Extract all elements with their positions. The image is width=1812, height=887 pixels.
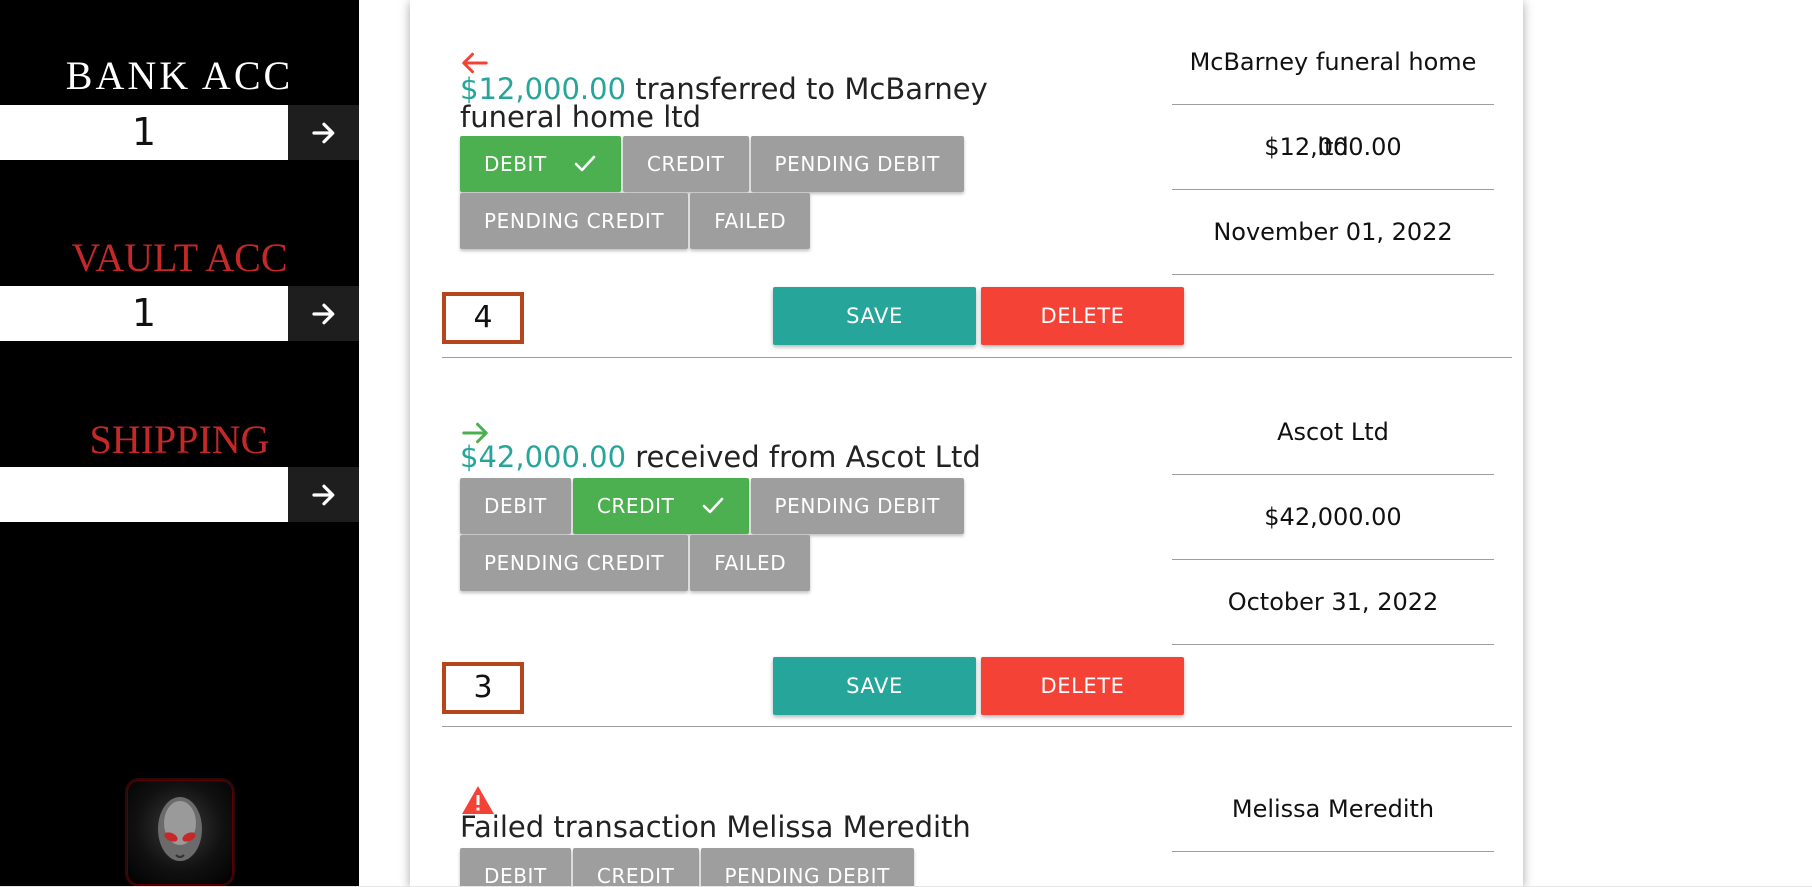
status-chip-group: DEBIT CREDIT PENDING DEBIT PENDING CREDI… — [460, 478, 1020, 592]
transaction-details: Melissa Meredith — [1172, 767, 1494, 852]
transaction-date: October 31, 2022 — [1172, 560, 1494, 645]
status-chip-debit[interactable]: DEBIT — [460, 478, 571, 534]
status-chip-failed[interactable]: FAILED — [690, 535, 811, 591]
status-chip-group: DEBIT CREDIT PENDING DEBIT PENDING CREDI… — [460, 136, 1020, 250]
status-chip-debit[interactable]: DEBIT — [460, 848, 571, 887]
chip-label: PENDING DEBIT — [774, 152, 940, 176]
status-chip-pending-debit[interactable]: PENDING DEBIT — [750, 136, 964, 192]
status-chip-pending-debit[interactable]: PENDING DEBIT — [750, 478, 964, 534]
transaction-party: Ascot Ltd — [1172, 390, 1494, 475]
chip-label: CREDIT — [596, 494, 675, 518]
check-icon — [573, 154, 597, 174]
alien-head-icon — [158, 796, 202, 861]
chip-label: DEBIT — [484, 864, 547, 887]
status-chip-group: DEBIT CREDIT PENDING DEBIT — [460, 848, 1020, 887]
alien-head-logo[interactable] — [125, 778, 235, 887]
transaction-amount-detail: $12,000.00 — [1172, 105, 1494, 190]
shipping-input[interactable] — [0, 467, 288, 522]
save-button[interactable]: SAVE — [773, 287, 976, 345]
status-chip-pending-credit[interactable]: PENDING CREDIT — [460, 535, 689, 591]
chip-label: DEBIT — [484, 494, 547, 518]
status-chip-credit[interactable]: CREDIT — [572, 478, 749, 534]
status-chip-pending-credit[interactable]: PENDING CREDIT — [460, 193, 689, 249]
chip-label: PENDING CREDIT — [484, 551, 665, 575]
status-chip-credit[interactable]: CREDIT — [622, 136, 749, 192]
transaction-headline: $12,000.00 transferred to McBarney funer… — [460, 75, 1080, 132]
arrow-right-icon — [311, 484, 334, 505]
vault-acc-row: 1 — [0, 286, 359, 341]
divider — [442, 357, 1512, 358]
transaction-number[interactable]: 3 — [442, 662, 524, 714]
bank-acc-go-button[interactable] — [288, 105, 359, 160]
sidebar: BANK ACC 1 VAULT ACC 1 SHIPPING — [0, 0, 359, 887]
check-icon — [701, 496, 725, 516]
bank-acc-title: BANK ACC — [65, 53, 294, 98]
transaction-headline: Failed transaction Melissa Meredith — [460, 810, 1080, 844]
transaction-date: November 01, 2022 — [1172, 190, 1494, 275]
chip-label: PENDING DEBIT — [724, 864, 890, 887]
divider — [442, 726, 1512, 727]
transaction-description: Failed transaction Melissa Meredith — [460, 810, 971, 844]
transaction-description: received from Ascot Ltd — [626, 440, 981, 474]
arrow-right-icon — [311, 303, 334, 324]
shipping-go-button[interactable] — [288, 467, 359, 522]
shipping-row — [0, 467, 359, 522]
transaction-party: McBarney funeral home ltd — [1172, 20, 1494, 161]
bank-acc-row: 1 — [0, 105, 359, 160]
arrow-right-icon — [311, 122, 334, 143]
status-chip-pending-debit[interactable]: PENDING DEBIT — [700, 848, 914, 887]
status-chip-debit[interactable]: DEBIT — [460, 136, 621, 192]
chip-label: PENDING CREDIT — [484, 209, 665, 233]
delete-button[interactable]: DELETE — [981, 287, 1184, 345]
vault-acc-input[interactable]: 1 — [0, 286, 288, 341]
chip-label: FAILED — [714, 209, 787, 233]
chip-label: FAILED — [714, 551, 787, 575]
chip-label: CREDIT — [596, 864, 675, 887]
vault-acc-go-button[interactable] — [288, 286, 359, 341]
chip-label: PENDING DEBIT — [774, 494, 940, 518]
status-chip-failed[interactable]: FAILED — [690, 193, 811, 249]
vault-acc-title: VAULT ACC — [71, 235, 288, 280]
save-button[interactable]: SAVE — [773, 657, 976, 715]
bank-acc-input[interactable]: 1 — [0, 105, 288, 160]
transaction-number[interactable]: 4 — [442, 292, 524, 344]
transaction-amount-detail: $42,000.00 — [1172, 475, 1494, 560]
chip-label: CREDIT — [646, 152, 725, 176]
status-chip-credit[interactable]: CREDIT — [572, 848, 699, 887]
chip-label: DEBIT — [484, 152, 547, 176]
delete-button[interactable]: DELETE — [981, 657, 1184, 715]
transaction-details: Ascot Ltd $42,000.00 October 31, 2022 — [1172, 390, 1494, 645]
transaction-party: Melissa Meredith — [1172, 767, 1494, 852]
transactions-card: $12,000.00 transferred to McBarney funer… — [410, 0, 1523, 887]
transaction-details: McBarney funeral home ltd $12,000.00 Nov… — [1172, 20, 1494, 275]
transaction-amount: $42,000.00 — [460, 440, 627, 474]
shipping-title: SHIPPING — [89, 417, 270, 462]
transaction-headline: $42,000.00 received from Ascot Ltd — [460, 440, 1080, 474]
